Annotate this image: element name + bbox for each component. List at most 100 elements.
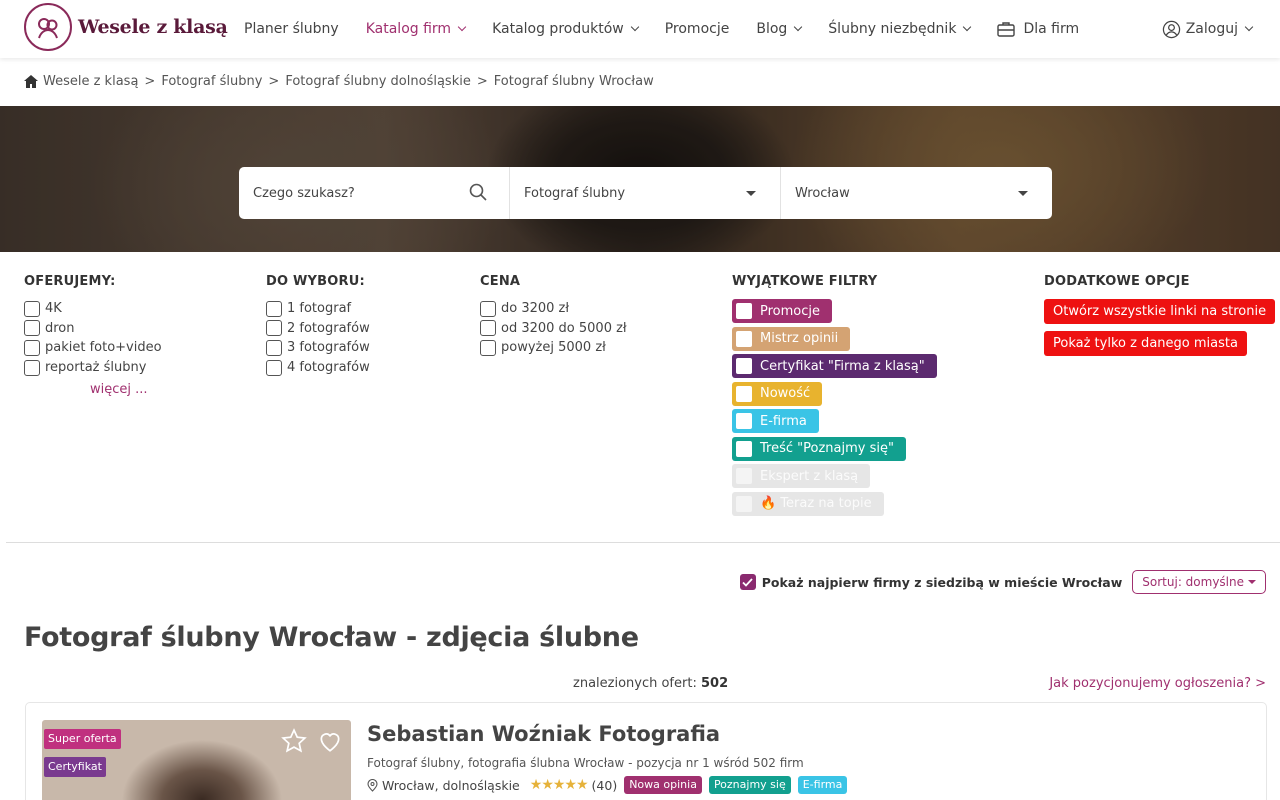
star-outline-icon[interactable] bbox=[281, 728, 307, 754]
filter-option-label: 4 fotografów bbox=[287, 360, 370, 376]
filter-option[interactable]: 2 fotografów bbox=[266, 319, 370, 339]
filter-title: OFERUJEMY: bbox=[24, 274, 116, 289]
page-title: Fotograf ślubny Wrocław - zdjęcia ślubne bbox=[24, 622, 639, 653]
city-only-button[interactable]: Pokaż tylko z danego miasta bbox=[1044, 331, 1247, 356]
nav-label: Dla firm bbox=[1023, 21, 1080, 37]
filter-option[interactable]: dron bbox=[24, 319, 162, 339]
site-logo[interactable]: Wesele z klasą bbox=[24, 3, 228, 51]
search-input[interactable]: Czego szukasz? bbox=[239, 167, 510, 219]
checkbox[interactable] bbox=[736, 385, 752, 402]
special-filter-badge[interactable]: Nowość bbox=[732, 381, 823, 406]
sort-dropdown[interactable]: Sortuj: domyślne bbox=[1132, 570, 1266, 594]
breadcrumb-item[interactable]: Fotograf ślubny dolnośląskie bbox=[285, 74, 471, 89]
filter-option-label: pakiet foto+video bbox=[45, 340, 162, 356]
nav-katalog-produktow[interactable]: Katalog produktów bbox=[492, 21, 639, 37]
city-select[interactable]: Wrocław bbox=[781, 167, 1052, 219]
filter-title: CENA bbox=[480, 274, 521, 289]
results-count: znalezionych ofert: 502 bbox=[573, 676, 728, 691]
checkbox[interactable] bbox=[266, 300, 282, 317]
checkbox[interactable] bbox=[480, 320, 496, 337]
more-options-link[interactable]: więcej ... bbox=[90, 382, 162, 397]
location-pin-icon bbox=[367, 778, 378, 792]
listing-title[interactable]: Sebastian Woźniak Fotografia bbox=[367, 722, 720, 746]
nav-label: Planer ślubny bbox=[244, 21, 339, 37]
checkbox[interactable] bbox=[736, 330, 752, 347]
listing-image[interactable]: Super oferta Certyfikat bbox=[42, 720, 351, 800]
checkbox[interactable] bbox=[736, 495, 752, 512]
filter-option[interactable]: od 3200 do 5000 zł bbox=[480, 319, 627, 339]
filter-title: DODATKOWE OPCJE bbox=[1044, 274, 1190, 289]
nav-planer[interactable]: Planer ślubny bbox=[244, 21, 339, 37]
login-menu[interactable]: Zaloguj bbox=[1162, 0, 1254, 58]
checkbox[interactable] bbox=[266, 359, 282, 376]
filter-option[interactable]: reportaż ślubny bbox=[24, 358, 162, 378]
special-filter-badge[interactable]: Mistrz opinii bbox=[732, 326, 851, 351]
checkbox[interactable] bbox=[736, 358, 752, 374]
listing-card[interactable]: Super oferta Certyfikat Sebastian Woźnia… bbox=[25, 702, 1267, 800]
city-first-label: Pokaż najpierw firmy z siedzibą w mieści… bbox=[761, 574, 1123, 590]
checkbox[interactable] bbox=[24, 300, 40, 317]
nav-label: Katalog firm bbox=[365, 21, 452, 37]
checkbox[interactable] bbox=[736, 468, 752, 484]
checkbox[interactable] bbox=[24, 359, 40, 376]
nav-promocje[interactable]: Promocje bbox=[665, 21, 730, 37]
filter-option-label: od 3200 do 5000 zł bbox=[501, 320, 627, 336]
home-icon[interactable] bbox=[24, 75, 38, 88]
city-first-checkbox[interactable] bbox=[739, 574, 756, 590]
filter-option[interactable]: 1 fotograf bbox=[266, 299, 370, 319]
ranking-info-link[interactable]: Jak pozycjonujemy ogłoszenia? > bbox=[1049, 676, 1266, 691]
filter-option-label: reportaż ślubny bbox=[45, 360, 147, 376]
nav-katalog-firm[interactable]: Katalog firm bbox=[365, 21, 467, 37]
filter-option[interactable]: do 3200 zł bbox=[480, 299, 627, 319]
checkbox[interactable] bbox=[480, 339, 496, 356]
checkbox[interactable] bbox=[736, 413, 752, 429]
category-select[interactable]: Fotograf ślubny bbox=[510, 167, 781, 219]
filter-option[interactable]: 4K bbox=[24, 299, 162, 319]
checkbox[interactable] bbox=[24, 320, 40, 337]
nav-dla-firm[interactable]: Dla firm bbox=[997, 21, 1079, 37]
checkbox[interactable] bbox=[736, 303, 752, 319]
chevron-down-icon bbox=[630, 22, 639, 32]
chevron-down-icon bbox=[1244, 22, 1254, 32]
special-filter-badge[interactable]: Ekspert z klasą bbox=[732, 464, 871, 488]
filter-option[interactable]: powyżej 5000 zł bbox=[480, 338, 627, 358]
filter-option-label: do 3200 zł bbox=[501, 301, 570, 317]
special-filter-badge[interactable]: Treść "Poznajmy się" bbox=[732, 436, 906, 461]
special-filter-badge[interactable]: 🔥 Teraz na topie bbox=[732, 491, 884, 516]
checkbox[interactable] bbox=[736, 440, 752, 457]
sort-row: Pokaż najpierw firmy z siedzibą w mieści… bbox=[739, 570, 1266, 594]
filter-option-label: 1 fotograf bbox=[287, 301, 352, 317]
logo-emblem-icon bbox=[24, 3, 72, 51]
nav-blog[interactable]: Blog bbox=[756, 21, 803, 37]
special-filter-label: E-firma bbox=[760, 413, 807, 429]
filter-option[interactable]: 4 fotografów bbox=[266, 358, 370, 378]
checkbox[interactable] bbox=[266, 320, 282, 337]
special-filter-badge[interactable]: E-firma bbox=[732, 409, 819, 433]
heart-outline-icon[interactable] bbox=[317, 728, 343, 754]
checkbox[interactable] bbox=[266, 339, 282, 356]
special-filter-badge[interactable]: Promocje bbox=[732, 299, 832, 323]
checkbox[interactable] bbox=[24, 339, 40, 356]
rating-stars: ★★★★★ bbox=[529, 777, 589, 793]
open-all-links-button[interactable]: Otwórz wszystkie linki na stronie bbox=[1044, 299, 1276, 324]
nav-niezbednik[interactable]: Ślubny niezbędnik bbox=[828, 21, 972, 37]
breadcrumb-item: Fotograf ślubny Wrocław bbox=[493, 74, 654, 89]
special-filter-badge[interactable]: Certyfikat "Firma z klasą" bbox=[732, 354, 937, 378]
filter-option-label: dron bbox=[45, 320, 75, 336]
search-icon[interactable] bbox=[469, 183, 487, 201]
search-bar: Czego szukasz? Fotograf ślubny Wrocław bbox=[239, 167, 1052, 219]
filter-dodatkowe: DODATKOWE OPCJE Otwórz wszystkie linki n… bbox=[1044, 274, 1276, 363]
checkbox[interactable] bbox=[480, 300, 496, 317]
filter-cena: CENA do 3200 zł od 3200 do 5000 zł powyż… bbox=[480, 274, 627, 358]
main-nav: Planer ślubny Katalog firm Katalog produ… bbox=[244, 0, 1106, 58]
results-count-value: 502 bbox=[700, 676, 729, 691]
logo-text: Wesele z klasą bbox=[78, 16, 228, 38]
caret-down-icon bbox=[1018, 191, 1028, 196]
breadcrumb-item[interactable]: Wesele z klasą bbox=[43, 74, 138, 89]
caret-down-icon bbox=[746, 191, 756, 196]
review-count[interactable]: (40) bbox=[592, 778, 618, 793]
breadcrumb-item[interactable]: Fotograf ślubny bbox=[161, 74, 262, 89]
category-value: Fotograf ślubny bbox=[524, 185, 626, 201]
filter-option[interactable]: 3 fotografów bbox=[266, 338, 370, 358]
filter-option[interactable]: pakiet foto+video bbox=[24, 338, 162, 358]
